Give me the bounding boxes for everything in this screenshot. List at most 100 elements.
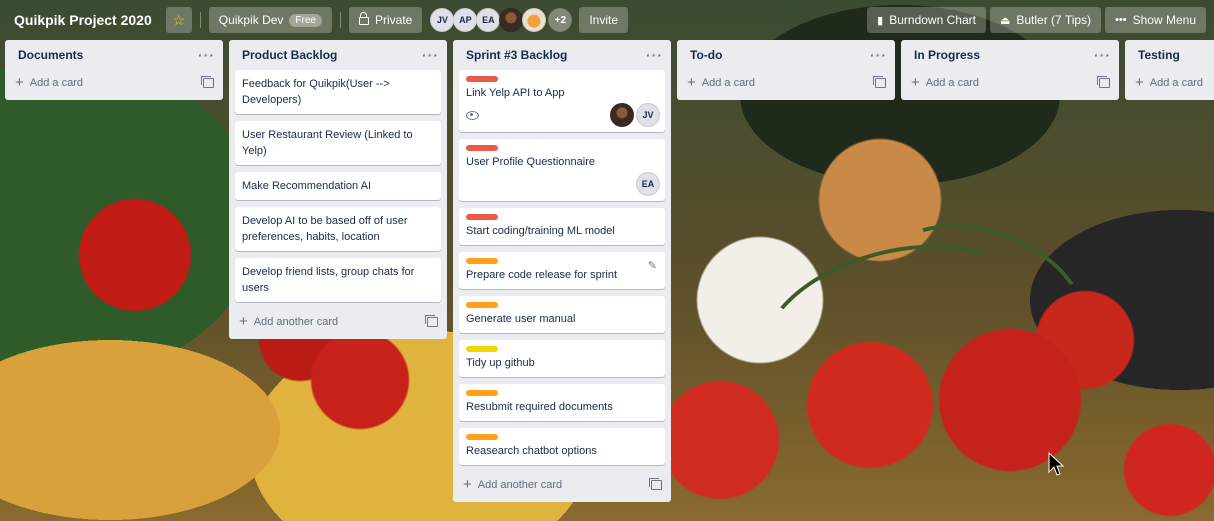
card[interactable]: Feedback for Quikpik(User --> Developers… [235, 70, 441, 114]
list-title[interactable]: Documents [18, 48, 198, 62]
list-title[interactable]: In Progress [914, 48, 1094, 62]
list-header: Testing [1125, 40, 1214, 70]
star-icon: ☆ [172, 11, 186, 28]
card-label-red[interactable] [466, 214, 498, 220]
template-icon[interactable] [1097, 76, 1110, 88]
visibility-button[interactable]: Private [348, 7, 423, 33]
card[interactable]: Develop AI to be based off of user prefe… [235, 207, 441, 251]
avatar[interactable]: AP [453, 8, 478, 32]
list-menu-icon[interactable]: ··· [646, 48, 663, 62]
visibility-label: Private [374, 13, 413, 27]
card-label-orange[interactable] [466, 434, 498, 440]
list-header: Documents ··· [5, 40, 223, 70]
more-members-button[interactable]: +2 [548, 8, 573, 32]
add-card-label: Add a card [29, 77, 83, 89]
list-testing: Testing + Add a card [1125, 40, 1214, 100]
add-card-label: Add a card [925, 77, 979, 89]
list-title[interactable]: To-do [690, 48, 870, 62]
add-card-button[interactable]: + Add a card [901, 70, 1119, 96]
plus-icon: + [687, 74, 696, 91]
card[interactable]: Resubmit required documents [459, 384, 665, 421]
plus-icon: + [15, 74, 24, 91]
card[interactable]: Link Yelp API to App JV [459, 70, 665, 132]
card-members: EA [633, 172, 660, 196]
card-title: Feedback for Quikpik(User --> Developers… [242, 78, 390, 106]
list-header: Product Backlog ··· [229, 40, 447, 70]
card-title: User Restaurant Review (Linked to Yelp) [242, 129, 413, 157]
add-card-button[interactable]: + Add another card [453, 472, 671, 498]
card-badges: JV [466, 103, 660, 127]
template-icon[interactable] [873, 76, 886, 88]
avatar[interactable]: EA [636, 172, 660, 196]
card[interactable]: Generate user manual [459, 296, 665, 333]
header-divider [339, 12, 341, 28]
card[interactable]: Develop friend lists, group chats for us… [235, 258, 441, 302]
header-divider [199, 12, 201, 28]
list-title[interactable]: Product Backlog [242, 48, 422, 62]
card-label-red[interactable] [466, 76, 498, 82]
card[interactable]: User Profile Questionnaire EA [459, 139, 665, 201]
team-button[interactable]: Quikpik Dev Free [208, 7, 332, 33]
list-menu-icon[interactable]: ··· [422, 48, 439, 62]
list-title[interactable]: Sprint #3 Backlog [466, 48, 646, 62]
avatar-photo[interactable] [499, 8, 524, 32]
card-title: Prepare code release for sprint [466, 269, 618, 281]
card-stack: Link Yelp API to App JV User Profile Que… [453, 70, 671, 465]
add-card-button[interactable]: + Add a card [677, 70, 895, 96]
mouse-cursor-icon [1048, 452, 1064, 476]
card-label-orange[interactable] [466, 258, 498, 264]
card-title: Develop friend lists, group chats for us… [242, 266, 415, 294]
avatar-photo[interactable] [610, 103, 634, 127]
card-label-orange[interactable] [466, 302, 498, 308]
list-header: Sprint #3 Backlog ··· [453, 40, 671, 70]
add-card-button[interactable]: + Add another card [229, 309, 447, 335]
list-title[interactable]: Testing [1138, 48, 1206, 62]
show-menu-button[interactable]: ••• Show Menu [1105, 7, 1206, 33]
team-plan-badge: Free [289, 13, 322, 27]
card-title: Resubmit required documents [466, 401, 613, 413]
card-members: JV [607, 103, 660, 127]
list-menu-icon[interactable]: ··· [870, 48, 887, 62]
list-documents: Documents ··· + Add a card [5, 40, 223, 100]
card-label-orange[interactable] [466, 390, 498, 396]
card-title: Start coding/training ML model [466, 225, 615, 237]
card[interactable]: Make Recommendation AI [235, 172, 441, 200]
invite-button[interactable]: Invite [579, 7, 629, 33]
card-label-yellow[interactable] [466, 346, 498, 352]
list-menu-icon[interactable]: ··· [1094, 48, 1111, 62]
template-icon[interactable] [201, 76, 214, 88]
card-stack: Feedback for Quikpik(User --> Developers… [229, 70, 447, 302]
board-header: Quikpik Project 2020 ☆ Quikpik Dev Free … [0, 0, 1214, 40]
list-menu-icon[interactable]: ··· [198, 48, 215, 62]
avatar[interactable]: JV [430, 8, 455, 32]
card-title: User Profile Questionnaire [466, 156, 596, 168]
card-label-red[interactable] [466, 145, 498, 151]
list-header: In Progress ··· [901, 40, 1119, 70]
star-button[interactable]: ☆ [165, 7, 192, 33]
card[interactable]: Tidy up github [459, 340, 665, 377]
avatar-photo[interactable] [522, 8, 547, 32]
add-card-label: Add a card [1149, 77, 1203, 89]
card[interactable]: User Restaurant Review (Linked to Yelp) [235, 121, 441, 165]
card[interactable]: Start coding/training ML model [459, 208, 665, 245]
card[interactable]: Reasearch chatbot options [459, 428, 665, 465]
burndown-chart-button[interactable]: ▮ Burndown Chart [867, 7, 986, 33]
plus-icon: + [911, 74, 920, 91]
edit-pencil-icon[interactable]: ✎ [648, 258, 657, 274]
board-members: JV AP EA +2 [430, 8, 573, 32]
template-icon[interactable] [649, 478, 662, 490]
add-card-label: Add another card [253, 316, 339, 328]
card[interactable]: Prepare code release for sprint ✎ [459, 252, 665, 289]
header-right: ▮ Burndown Chart ⏏ Butler (7 Tips) ••• S… [867, 7, 1206, 33]
list-sprint-3-backlog: Sprint #3 Backlog ··· Link Yelp API to A… [453, 40, 671, 502]
butler-button[interactable]: ⏏ Butler (7 Tips) [989, 7, 1102, 33]
avatar[interactable]: EA [476, 8, 501, 32]
avatar[interactable]: JV [636, 103, 660, 127]
add-card-button[interactable]: + Add a card [1125, 70, 1214, 96]
add-card-button[interactable]: + Add a card [5, 70, 223, 96]
board-title[interactable]: Quikpik Project 2020 [8, 12, 158, 28]
card-title: Link Yelp API to App [466, 87, 565, 99]
template-icon[interactable] [425, 315, 438, 327]
watching-eye-icon [466, 110, 479, 120]
plus-icon: + [239, 313, 248, 330]
